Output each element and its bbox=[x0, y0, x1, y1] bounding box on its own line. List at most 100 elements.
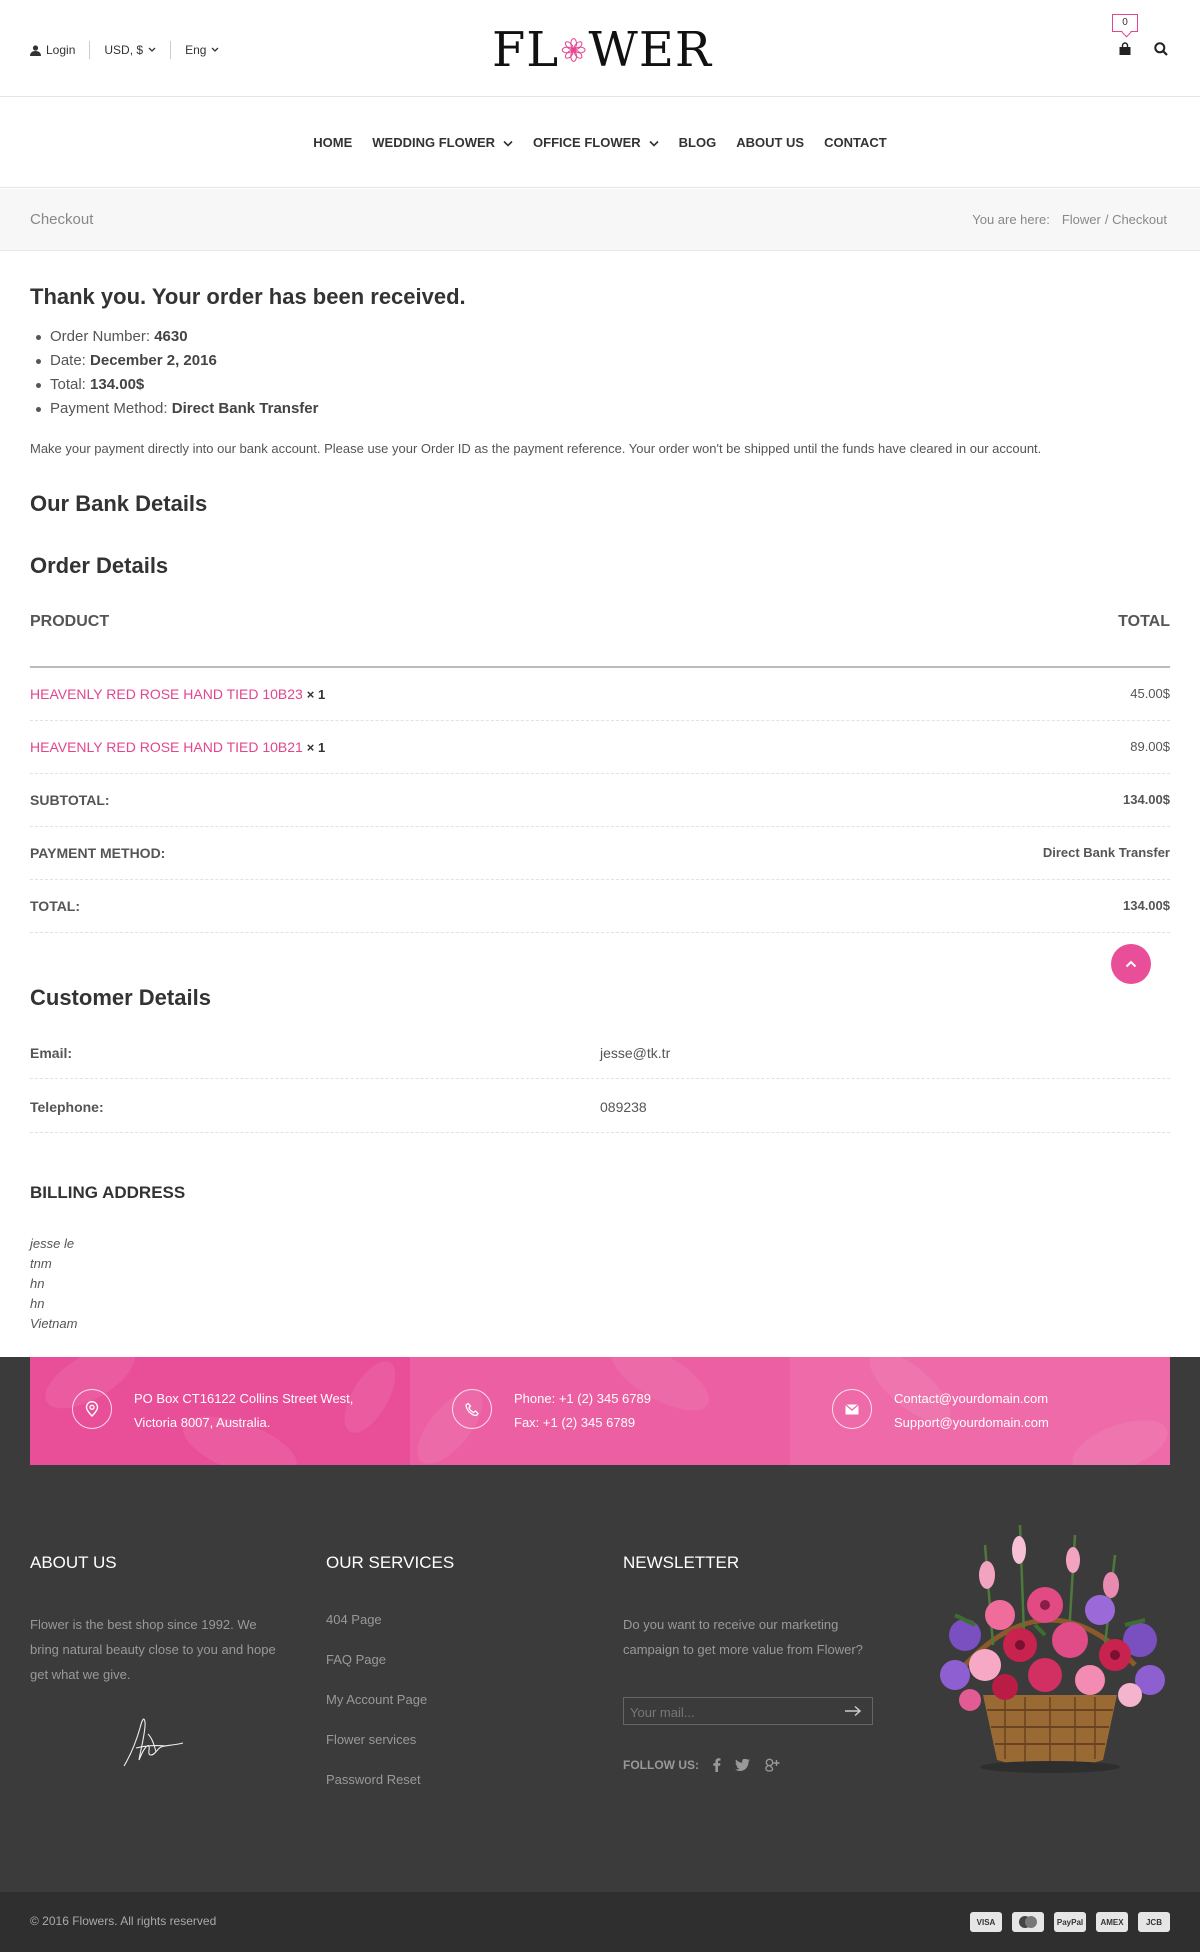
cart-count-badge: 0 bbox=[1112, 14, 1138, 32]
address-line: tnm bbox=[30, 1256, 52, 1271]
product-link[interactable]: HEAVENLY RED ROSE HAND TIED 10B21 bbox=[30, 739, 303, 755]
search-icon bbox=[1154, 42, 1168, 56]
twitter-link[interactable] bbox=[734, 1759, 750, 1771]
login-link[interactable]: Login bbox=[30, 43, 75, 57]
list-item[interactable]: FAQ Page bbox=[326, 1652, 427, 1692]
customer-details-table: Email: jesse@tk.tr Telephone: 089238 bbox=[30, 1025, 1170, 1133]
product-quantity: × 1 bbox=[306, 740, 326, 755]
nav-item-blog[interactable]: BLOG bbox=[679, 135, 717, 150]
email-value: jesse@tk.tr bbox=[600, 1045, 671, 1061]
site-logo[interactable]: FL WER bbox=[492, 22, 712, 78]
nav-item-wedding-flower[interactable]: WEDDING FLOWER bbox=[372, 135, 513, 150]
nav-label: WEDDING FLOWER bbox=[372, 135, 496, 150]
list-item[interactable]: Flower services bbox=[326, 1732, 427, 1772]
address-line-1: PO Box CT16122 Collins Street West, bbox=[134, 1391, 354, 1406]
list-item[interactable]: My Account Page bbox=[326, 1692, 427, 1732]
order-date-value: December 2, 2016 bbox=[90, 352, 217, 369]
nav-item-about-us[interactable]: ABOUT US bbox=[736, 135, 804, 150]
footer-about-text: Flower is the best shop since 1992. We b… bbox=[30, 1617, 276, 1682]
breadcrumb: You are here: Flower / Checkout bbox=[972, 212, 1167, 227]
breadcrumb-current: / Checkout bbox=[1104, 212, 1167, 227]
google-plus-link[interactable] bbox=[764, 1758, 780, 1772]
contact-info-bar: PO Box CT16122 Collins Street West, Vict… bbox=[30, 1357, 1170, 1465]
logo-text-right: WER bbox=[588, 22, 712, 78]
line-total: 45.00$ bbox=[1130, 686, 1170, 701]
chevron-down-icon bbox=[503, 140, 513, 147]
search-button[interactable] bbox=[1154, 42, 1168, 61]
list-item[interactable]: 404 Page bbox=[326, 1612, 427, 1652]
address-line-2: Victoria 8007, Australia. bbox=[134, 1415, 271, 1430]
newsletter-email-input[interactable] bbox=[630, 1702, 830, 1722]
breadcrumb-home-link[interactable]: Flower bbox=[1062, 212, 1101, 227]
address-line: hn bbox=[30, 1296, 45, 1311]
address-line: Vietnam bbox=[30, 1316, 78, 1331]
currency-selector[interactable]: USD, $ bbox=[104, 43, 156, 57]
table-row: HEAVENLY RED ROSE HAND TIED 10B21 × 1 89… bbox=[30, 721, 1170, 774]
order-payment-method: Payment Method: Direct Bank Transfer bbox=[30, 397, 318, 421]
order-received-heading: Thank you. Your order has been received. bbox=[30, 284, 466, 309]
phone-icon bbox=[452, 1389, 492, 1429]
copyright-text: © 2016 Flowers. All rights reserved bbox=[30, 1914, 217, 1928]
table-row: HEAVENLY RED ROSE HAND TIED 10B23 × 1 45… bbox=[30, 668, 1170, 721]
currency-label: USD, $ bbox=[104, 43, 144, 57]
breadcrumb-prefix: You are here: bbox=[972, 212, 1050, 227]
payment-method-row-value: Direct Bank Transfer bbox=[1042, 845, 1170, 860]
main-navigation: HOME WEDDING FLOWER OFFICE FLOWER BLOG A… bbox=[0, 98, 1200, 188]
user-icon bbox=[30, 44, 41, 56]
telephone-value: 089238 bbox=[600, 1099, 647, 1115]
total-value: 134.00$ bbox=[1123, 898, 1170, 913]
shopping-bag-icon bbox=[1119, 42, 1131, 55]
order-date-label: Date: bbox=[50, 352, 86, 369]
payment-method-row: PAYMENT METHOD: Direct Bank Transfer bbox=[30, 827, 1170, 880]
phone-number: Phone: +1 (2) 345 6789 bbox=[514, 1391, 651, 1406]
email-box: Contact@yourdomain.com Support@yourdomai… bbox=[790, 1357, 1170, 1465]
cart-button[interactable]: 0 bbox=[1112, 14, 1138, 60]
product-link[interactable]: HEAVENLY RED ROSE HAND TIED 10B23 bbox=[30, 686, 303, 702]
email-label: Email: bbox=[30, 1045, 73, 1061]
address-line: hn bbox=[30, 1276, 45, 1291]
mastercard-icon bbox=[1012, 1912, 1044, 1932]
list-item[interactable]: Password Reset bbox=[326, 1772, 427, 1812]
order-date: Date: December 2, 2016 bbox=[30, 349, 318, 373]
divider bbox=[89, 41, 91, 59]
nav-label: BLOG bbox=[678, 135, 717, 150]
total-column-header: TOTAL bbox=[1118, 613, 1170, 630]
fax-number: Fax: +1 (2) 345 6789 bbox=[514, 1415, 636, 1430]
language-label: Eng bbox=[185, 43, 207, 57]
facebook-link[interactable] bbox=[713, 1758, 721, 1772]
address-line: jesse le bbox=[30, 1236, 75, 1251]
top-left-controls: Login USD, $ Eng bbox=[30, 41, 219, 59]
nav-label: OFFICE FLOWER bbox=[533, 135, 641, 150]
chevron-down-icon bbox=[211, 47, 219, 52]
newsletter-submit-button[interactable] bbox=[844, 1704, 862, 1722]
table-row: Telephone: 089238 bbox=[30, 1079, 1170, 1133]
payment-methods: VISA PayPal AMEX JCB bbox=[970, 1912, 1170, 1932]
flower-logo-icon bbox=[561, 38, 586, 62]
nav-item-office-flower[interactable]: OFFICE FLOWER bbox=[533, 135, 659, 150]
nav-item-home[interactable]: HOME bbox=[313, 135, 352, 150]
table-header: PRODUCT TOTAL bbox=[30, 600, 1170, 668]
follow-label: FOLLOW US: bbox=[623, 1758, 699, 1772]
newsletter-form bbox=[623, 1697, 873, 1725]
contact-email: Contact@yourdomain.com bbox=[894, 1391, 1049, 1406]
scroll-to-top-button[interactable] bbox=[1111, 944, 1151, 984]
nav-item-contact[interactable]: CONTACT bbox=[824, 135, 887, 150]
google-plus-icon bbox=[765, 1758, 780, 1772]
order-number-label: Order Number: bbox=[50, 328, 151, 345]
subtotal-value: 134.00$ bbox=[1123, 792, 1170, 807]
footer-services-list: 404 Page FAQ Page My Account Page Flower… bbox=[326, 1612, 427, 1812]
footer-newsletter-heading: NEWSLETTER bbox=[623, 1553, 740, 1572]
order-total-value: 134.00$ bbox=[90, 376, 145, 393]
nav-label: CONTACT bbox=[824, 135, 887, 150]
billing-address: jesse le tnm hn hn Vietnam bbox=[30, 1234, 77, 1334]
telephone-label: Telephone: bbox=[30, 1099, 104, 1115]
total-row: TOTAL: 134.00$ bbox=[30, 880, 1170, 933]
footer-about-heading: ABOUT US bbox=[30, 1553, 117, 1572]
language-selector[interactable]: Eng bbox=[185, 43, 219, 57]
copyright-bar: © 2016 Flowers. All rights reserved VISA… bbox=[0, 1892, 1200, 1952]
order-details-heading: Order Details bbox=[30, 553, 169, 578]
bank-details-heading: Our Bank Details bbox=[30, 491, 208, 516]
product-quantity: × 1 bbox=[306, 687, 326, 702]
phone-box: Phone: +1 (2) 345 6789 Fax: +1 (2) 345 6… bbox=[410, 1357, 790, 1465]
line-total: 89.00$ bbox=[1130, 739, 1170, 754]
